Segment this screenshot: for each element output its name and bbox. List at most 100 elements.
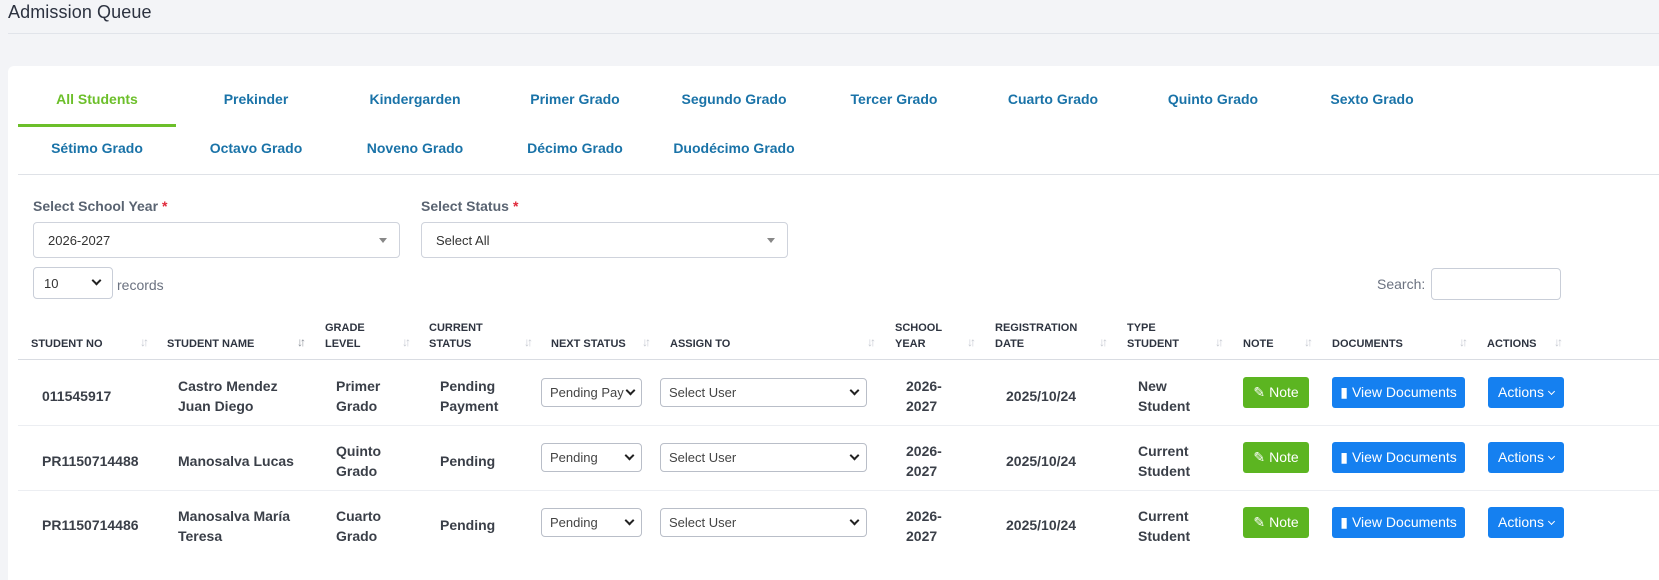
sort-icon: ↓↑ bbox=[1459, 335, 1468, 349]
sort-icon: ↓↑ bbox=[967, 335, 976, 349]
col-registration-date[interactable]: REGISTRATION DATE bbox=[995, 320, 1077, 352]
tab-octavo-grado[interactable]: Octavo Grado bbox=[177, 140, 335, 156]
sort-icon: ↓↑ bbox=[1099, 335, 1108, 349]
grade-level: Quinto Grado bbox=[336, 443, 382, 479]
chevron-down-icon bbox=[624, 450, 635, 461]
school-year-value: 2026-2027 bbox=[48, 233, 111, 248]
col-current-status[interactable]: CURRENT STATUS bbox=[429, 320, 483, 352]
sort-icon: ↓↑ bbox=[524, 335, 533, 349]
next-status-select[interactable]: Pending bbox=[541, 443, 642, 472]
actions-button[interactable]: Actions bbox=[1488, 442, 1564, 473]
col-student-no[interactable]: STUDENT NO bbox=[31, 336, 103, 352]
chevron-down-icon bbox=[849, 450, 860, 461]
sort-asc-icon: ↓↑ bbox=[297, 335, 306, 349]
student-no: 011545917 bbox=[42, 388, 112, 404]
chevron-down-icon bbox=[625, 385, 636, 396]
col-grade-level[interactable]: GRADE LEVEL bbox=[325, 320, 365, 352]
search-label: Search: bbox=[1377, 276, 1426, 292]
col-type-student[interactable]: TYPE STUDENT bbox=[1127, 320, 1179, 352]
document-icon: ▮ bbox=[1340, 384, 1348, 400]
chevron-down-icon bbox=[91, 275, 102, 286]
records-label: records bbox=[117, 277, 164, 293]
current-status: Pending bbox=[440, 517, 496, 533]
tab-cuarto-grado[interactable]: Cuarto Grado bbox=[974, 91, 1132, 107]
school-year-select[interactable]: 2026-2027 bbox=[33, 222, 400, 258]
student-no: PR1150714488 bbox=[42, 453, 139, 469]
tab-decimo-grado[interactable]: Décimo Grado bbox=[496, 140, 654, 156]
current-status: Pending Payment bbox=[440, 378, 499, 414]
sort-icon: ↓↑ bbox=[642, 335, 651, 349]
col-student-name[interactable]: STUDENT NAME bbox=[167, 336, 254, 352]
next-status-select[interactable]: Pending Pay bbox=[541, 378, 642, 407]
page-title: Admission Queue bbox=[8, 2, 152, 22]
tabs-divider bbox=[18, 174, 1659, 175]
tab-duodecimo-grado[interactable]: Duodécimo Grado bbox=[655, 140, 813, 156]
assign-to-select[interactable]: Select User bbox=[660, 443, 867, 472]
row-divider bbox=[18, 425, 1659, 426]
tab-tercer-grado[interactable]: Tercer Grado bbox=[815, 91, 973, 107]
note-button[interactable]: ✎ Note bbox=[1243, 442, 1309, 473]
sort-icon: ↓↑ bbox=[402, 335, 411, 349]
chevron-down-icon bbox=[849, 515, 860, 526]
chevron-down-icon bbox=[849, 385, 860, 396]
col-actions[interactable]: ACTIONS bbox=[1487, 336, 1537, 352]
student-name: Manosalva María Teresa bbox=[178, 508, 291, 544]
col-school-year[interactable]: SCHOOL YEAR bbox=[895, 320, 942, 352]
type-student: New Student bbox=[1138, 378, 1191, 414]
next-status-select[interactable]: Pending bbox=[541, 508, 642, 537]
tab-segundo-grado[interactable]: Segundo Grado bbox=[655, 91, 813, 107]
registration-date: 2025/10/24 bbox=[1006, 388, 1077, 404]
type-student: Current Student bbox=[1138, 508, 1191, 544]
registration-date: 2025/10/24 bbox=[1006, 517, 1077, 533]
actions-button[interactable]: Actions bbox=[1488, 507, 1564, 538]
assign-to-select[interactable]: Select User bbox=[660, 378, 867, 407]
school-year: 2026- 2027 bbox=[906, 443, 942, 479]
student-no: PR1150714486 bbox=[42, 517, 139, 533]
edit-icon: ✎ bbox=[1253, 384, 1266, 400]
school-year: 2026- 2027 bbox=[906, 378, 942, 414]
status-value: Select All bbox=[436, 233, 490, 248]
tab-quinto-grado[interactable]: Quinto Grado bbox=[1134, 91, 1292, 107]
tab-sexto-grado[interactable]: Sexto Grado bbox=[1293, 91, 1451, 107]
document-icon: ▮ bbox=[1340, 449, 1348, 465]
view-documents-button[interactable]: ▮ View Documents bbox=[1332, 377, 1465, 408]
col-assign-to[interactable]: ASSIGN TO bbox=[670, 336, 730, 352]
tab-noveno-grado[interactable]: Noveno Grado bbox=[336, 140, 494, 156]
sort-icon: ↓↑ bbox=[1304, 335, 1313, 349]
search-input[interactable] bbox=[1431, 268, 1561, 300]
edit-icon: ✎ bbox=[1253, 514, 1266, 530]
tab-prekinder[interactable]: Prekinder bbox=[177, 91, 335, 107]
grade-level: Cuarto Grado bbox=[336, 508, 382, 544]
sort-icon: ↓↑ bbox=[140, 335, 149, 349]
title-divider bbox=[8, 33, 1659, 34]
tab-setimo-grado[interactable]: Sétimo Grado bbox=[18, 140, 176, 156]
caret-down-icon bbox=[767, 238, 775, 243]
assign-to-select[interactable]: Select User bbox=[660, 508, 867, 537]
row-divider bbox=[18, 490, 1659, 491]
student-name: Castro Mendez Juan Diego bbox=[178, 378, 278, 414]
note-button[interactable]: ✎ Note bbox=[1243, 377, 1309, 408]
status-select[interactable]: Select All bbox=[421, 222, 788, 258]
view-documents-button[interactable]: ▮ View Documents bbox=[1332, 507, 1465, 538]
col-documents[interactable]: DOCUMENTS bbox=[1332, 336, 1403, 352]
view-documents-button[interactable]: ▮ View Documents bbox=[1332, 442, 1465, 473]
tab-all-students[interactable]: All Students bbox=[18, 91, 176, 107]
col-note[interactable]: NOTE bbox=[1243, 336, 1274, 352]
tab-primer-grado[interactable]: Primer Grado bbox=[496, 91, 654, 107]
records-length-select[interactable]: 10 bbox=[33, 267, 113, 299]
document-icon: ▮ bbox=[1340, 514, 1348, 530]
note-button[interactable]: ✎ Note bbox=[1243, 507, 1309, 538]
school-year-label: Select School Year * bbox=[33, 198, 168, 214]
chevron-down-icon bbox=[1547, 517, 1555, 526]
admission-card: All Students Prekinder Kindergarden Prim… bbox=[8, 66, 1659, 580]
col-next-status[interactable]: NEXT STATUS bbox=[551, 336, 626, 352]
actions-button[interactable]: Actions bbox=[1488, 377, 1564, 408]
sort-icon: ↓↑ bbox=[1554, 335, 1563, 349]
tab-kindergarden[interactable]: Kindergarden bbox=[336, 91, 494, 107]
chevron-down-icon bbox=[1547, 452, 1555, 461]
sort-icon: ↓↑ bbox=[1215, 335, 1224, 349]
registration-date: 2025/10/24 bbox=[1006, 453, 1077, 469]
table-header-divider bbox=[18, 359, 1659, 360]
school-year: 2026- 2027 bbox=[906, 508, 942, 544]
chevron-down-icon bbox=[1547, 387, 1555, 396]
